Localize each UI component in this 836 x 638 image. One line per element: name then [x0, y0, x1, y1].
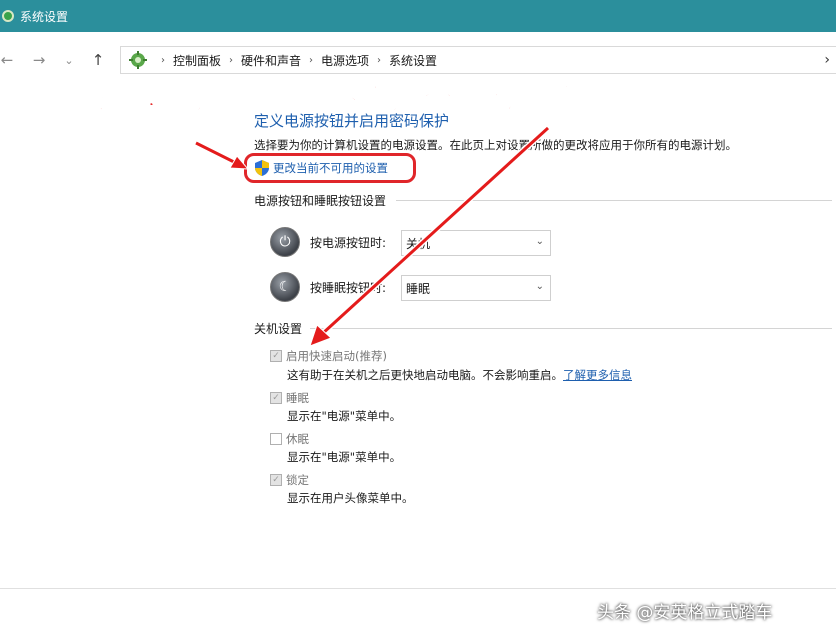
fast-startup-checkbox[interactable]: ✓: [270, 350, 282, 362]
fast-startup-description: 这有助于在关机之后更快地启动电脑。不会影响重启。了解更多信息: [287, 367, 632, 383]
chevron-down-icon: ⌄: [535, 236, 544, 247]
breadcrumb-power-options[interactable]: 电源选项: [321, 52, 369, 69]
power-button-action-select[interactable]: 关机 ⌄: [401, 230, 551, 256]
breadcrumb-separator-icon: ›: [377, 54, 382, 66]
sleep-label: 睡眠: [286, 391, 309, 405]
forward-arrow-icon[interactable]: →: [28, 49, 50, 71]
hibernate-checkbox-row[interactable]: ✓ 休眠: [270, 431, 309, 447]
sleep-button-action-select[interactable]: 睡眠 ⌄: [401, 275, 551, 301]
instruction-annotation: 点击此处，为的是取消下面这个的勾选项: [19, 81, 578, 118]
page-description: 选择要为你的计算机设置的电源设置。在此页上对设置所做的更改将应用于你所有的电源计…: [254, 138, 737, 152]
chevron-down-icon: ⌄: [535, 281, 544, 292]
breadcrumb-hardware-sound[interactable]: 硬件和声音: [241, 52, 301, 69]
shutdown-section-title: 关机设置: [254, 322, 303, 336]
change-settings-highlight: 更改当前不可用的设置: [244, 153, 416, 183]
fast-startup-checkbox-row[interactable]: ✓ 启用快速启动(推荐): [270, 348, 387, 364]
breadcrumb-separator-icon: ›: [309, 54, 314, 66]
section-divider: [310, 328, 832, 329]
power-button-action-value: 关机: [406, 236, 431, 251]
hibernate-checkbox[interactable]: ✓: [270, 433, 282, 445]
lock-description: 显示在用户头像菜单中。: [287, 491, 414, 505]
control-panel-icon: [129, 51, 147, 69]
breadcrumb-separator-icon: ›: [229, 54, 234, 66]
footer-divider: [0, 588, 836, 589]
breadcrumb-control-panel[interactable]: 控制面板: [173, 52, 221, 69]
power-button-icon: ⏻: [270, 227, 300, 257]
sleep-checkbox-row[interactable]: ✓ 睡眠: [270, 390, 309, 406]
lock-label: 锁定: [286, 473, 309, 487]
change-unavailable-settings-link[interactable]: 更改当前不可用的设置: [273, 160, 388, 176]
power-buttons-section-title: 电源按钮和睡眠按钮设置: [254, 194, 387, 208]
sleep-button-row: ☾ 按睡眠按钮时:: [270, 272, 402, 302]
sleep-description: 显示在"电源"菜单中。: [287, 409, 402, 423]
uac-shield-icon: [255, 160, 269, 176]
lock-checkbox-row[interactable]: ✓ 锁定: [270, 472, 309, 488]
back-arrow-icon[interactable]: ←: [0, 49, 18, 71]
address-dropdown-icon[interactable]: ›: [824, 52, 830, 68]
fast-startup-label: 启用快速启动(推荐): [286, 349, 387, 363]
breadcrumb-separator-icon: ›: [161, 54, 165, 66]
learn-more-link[interactable]: 了解更多信息: [563, 368, 632, 382]
control-panel-icon: [2, 10, 14, 22]
sleep-button-icon: ☾: [270, 272, 300, 302]
hibernate-label: 休眠: [286, 432, 309, 446]
hibernate-description: 显示在"电源"菜单中。: [287, 450, 402, 464]
fast-startup-desc-text: 这有助于在关机之后更快地启动电脑。不会影响重启。: [287, 368, 563, 382]
power-button-label: 按电源按钮时:: [310, 235, 387, 250]
lock-checkbox[interactable]: ✓: [270, 474, 282, 486]
up-arrow-icon[interactable]: ↑: [87, 49, 109, 71]
window-title: 系统设置: [20, 9, 69, 24]
title-bar: 系统设置: [0, 0, 836, 32]
watermark: 头条 @安英格立式踏车: [597, 603, 773, 623]
sleep-button-action-value: 睡眠: [406, 281, 431, 296]
power-button-row: ⏻ 按电源按钮时:: [270, 227, 402, 257]
address-bar[interactable]: › 控制面板 › 硬件和声音 › 电源选项 › 系统设置: [120, 46, 836, 74]
sleep-checkbox[interactable]: ✓: [270, 392, 282, 404]
breadcrumb-system-settings[interactable]: 系统设置: [389, 52, 437, 69]
section-divider: [396, 200, 832, 201]
recent-dropdown-icon[interactable]: ⌄: [58, 49, 80, 71]
sleep-button-label: 按睡眠按钮时:: [310, 280, 387, 295]
